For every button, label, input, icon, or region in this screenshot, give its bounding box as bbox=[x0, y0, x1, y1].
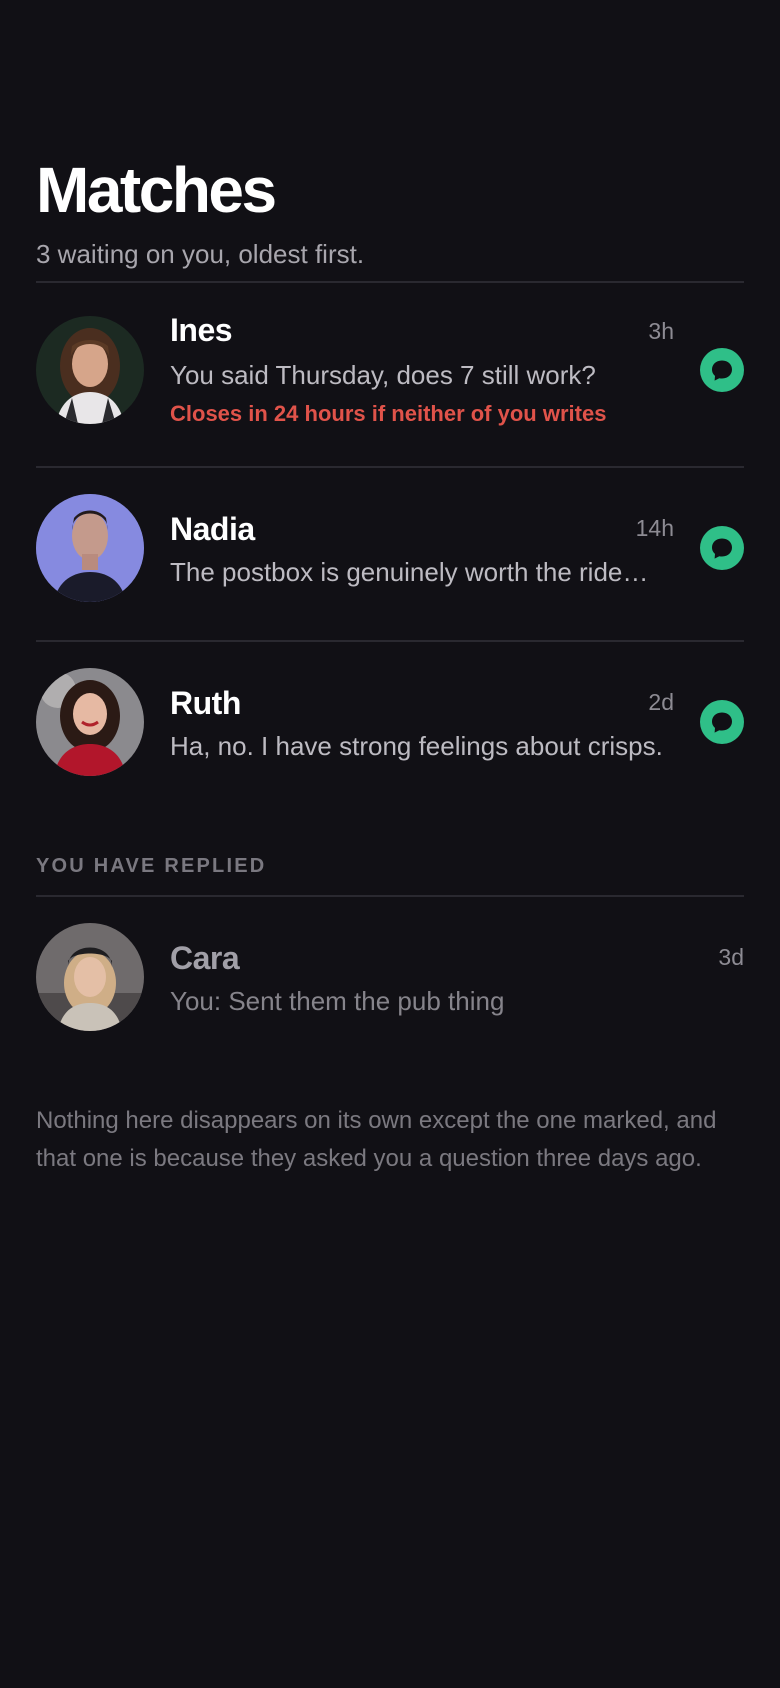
match-row-ruth[interactable]: Ruth 2d Ha, no. I have strong feelings a… bbox=[0, 641, 780, 811]
match-time: 3d bbox=[718, 944, 744, 970]
reply-button[interactable] bbox=[700, 700, 744, 744]
chat-bubble-icon bbox=[712, 360, 732, 381]
page-title: Matches bbox=[36, 154, 277, 226]
match-name: Cara bbox=[170, 940, 240, 976]
match-row-nadia[interactable]: Nadia 14h The postbox is genuinely worth… bbox=[0, 467, 780, 640]
chat-bubble-icon bbox=[712, 712, 732, 733]
message-preview: You said Thursday, does 7 still work? bbox=[170, 360, 596, 390]
match-name: Ruth bbox=[170, 685, 241, 721]
section-label-replied: YOU HAVE REPLIED bbox=[36, 855, 267, 877]
avatar bbox=[36, 494, 144, 602]
expiry-warning: Closes in 24 hours if neither of you wri… bbox=[170, 401, 607, 426]
match-name: Ines bbox=[170, 312, 233, 348]
avatar bbox=[36, 316, 144, 424]
match-time: 2d bbox=[648, 689, 674, 715]
message-preview: You: Sent them the pub thing bbox=[170, 986, 505, 1016]
message-preview: Ha, no. I have strong feelings about cri… bbox=[170, 731, 663, 761]
page-subtitle: 3 waiting on you, oldest first. bbox=[36, 239, 365, 269]
chat-bubble-icon bbox=[712, 538, 732, 559]
matches-screen: Matches 3 waiting on you, oldest first. … bbox=[0, 0, 780, 1688]
match-time: 3h bbox=[648, 318, 674, 344]
avatar bbox=[36, 923, 144, 1031]
reply-button[interactable] bbox=[700, 526, 744, 570]
avatar bbox=[36, 668, 144, 776]
reply-button[interactable] bbox=[700, 348, 744, 392]
message-preview: The postbox is genuinely worth the ride… bbox=[170, 557, 649, 587]
match-row-ines[interactable]: Ines 3h You said Thursday, does 7 still … bbox=[0, 282, 780, 466]
match-row-cara[interactable]: Cara 3d You: Sent them the pub thing bbox=[0, 896, 780, 1046]
match-name: Nadia bbox=[170, 511, 255, 547]
footnote: Nothing here disappears on its own excep… bbox=[36, 1107, 717, 1172]
match-time: 14h bbox=[635, 515, 674, 541]
